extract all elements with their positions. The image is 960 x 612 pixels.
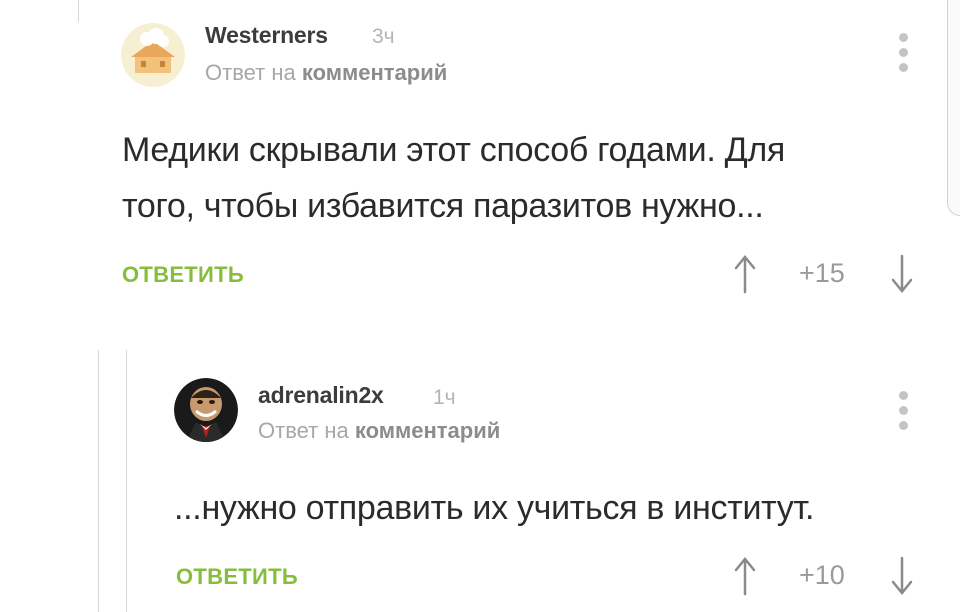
arrow-down-icon[interactable] <box>891 556 913 601</box>
comment-line: ...нужно отправить их учиться в институт… <box>174 489 815 527</box>
avatar[interactable] <box>174 378 238 442</box>
reply-to-label: Ответ на комментарий <box>258 418 500 444</box>
comment: adrenalin2x 1ч Ответ на комментарий ...н… <box>0 0 960 612</box>
comment-body: ...нужно отправить их учиться в институт… <box>174 480 814 536</box>
reply-to-prefix: Ответ на <box>258 418 349 443</box>
more-vertical-icon[interactable] <box>898 391 908 433</box>
timestamp: 1ч <box>433 386 456 409</box>
reply-to-link[interactable]: комментарий <box>355 418 500 443</box>
arrow-up-icon[interactable] <box>734 556 756 601</box>
rating-score: +10 <box>799 560 845 590</box>
author-name[interactable]: adrenalin2x <box>258 382 384 409</box>
comments-page: Westerners 3ч Ответ на комментарий Медик… <box>0 0 960 612</box>
reply-button[interactable]: ОТВЕТИТЬ <box>176 564 298 590</box>
